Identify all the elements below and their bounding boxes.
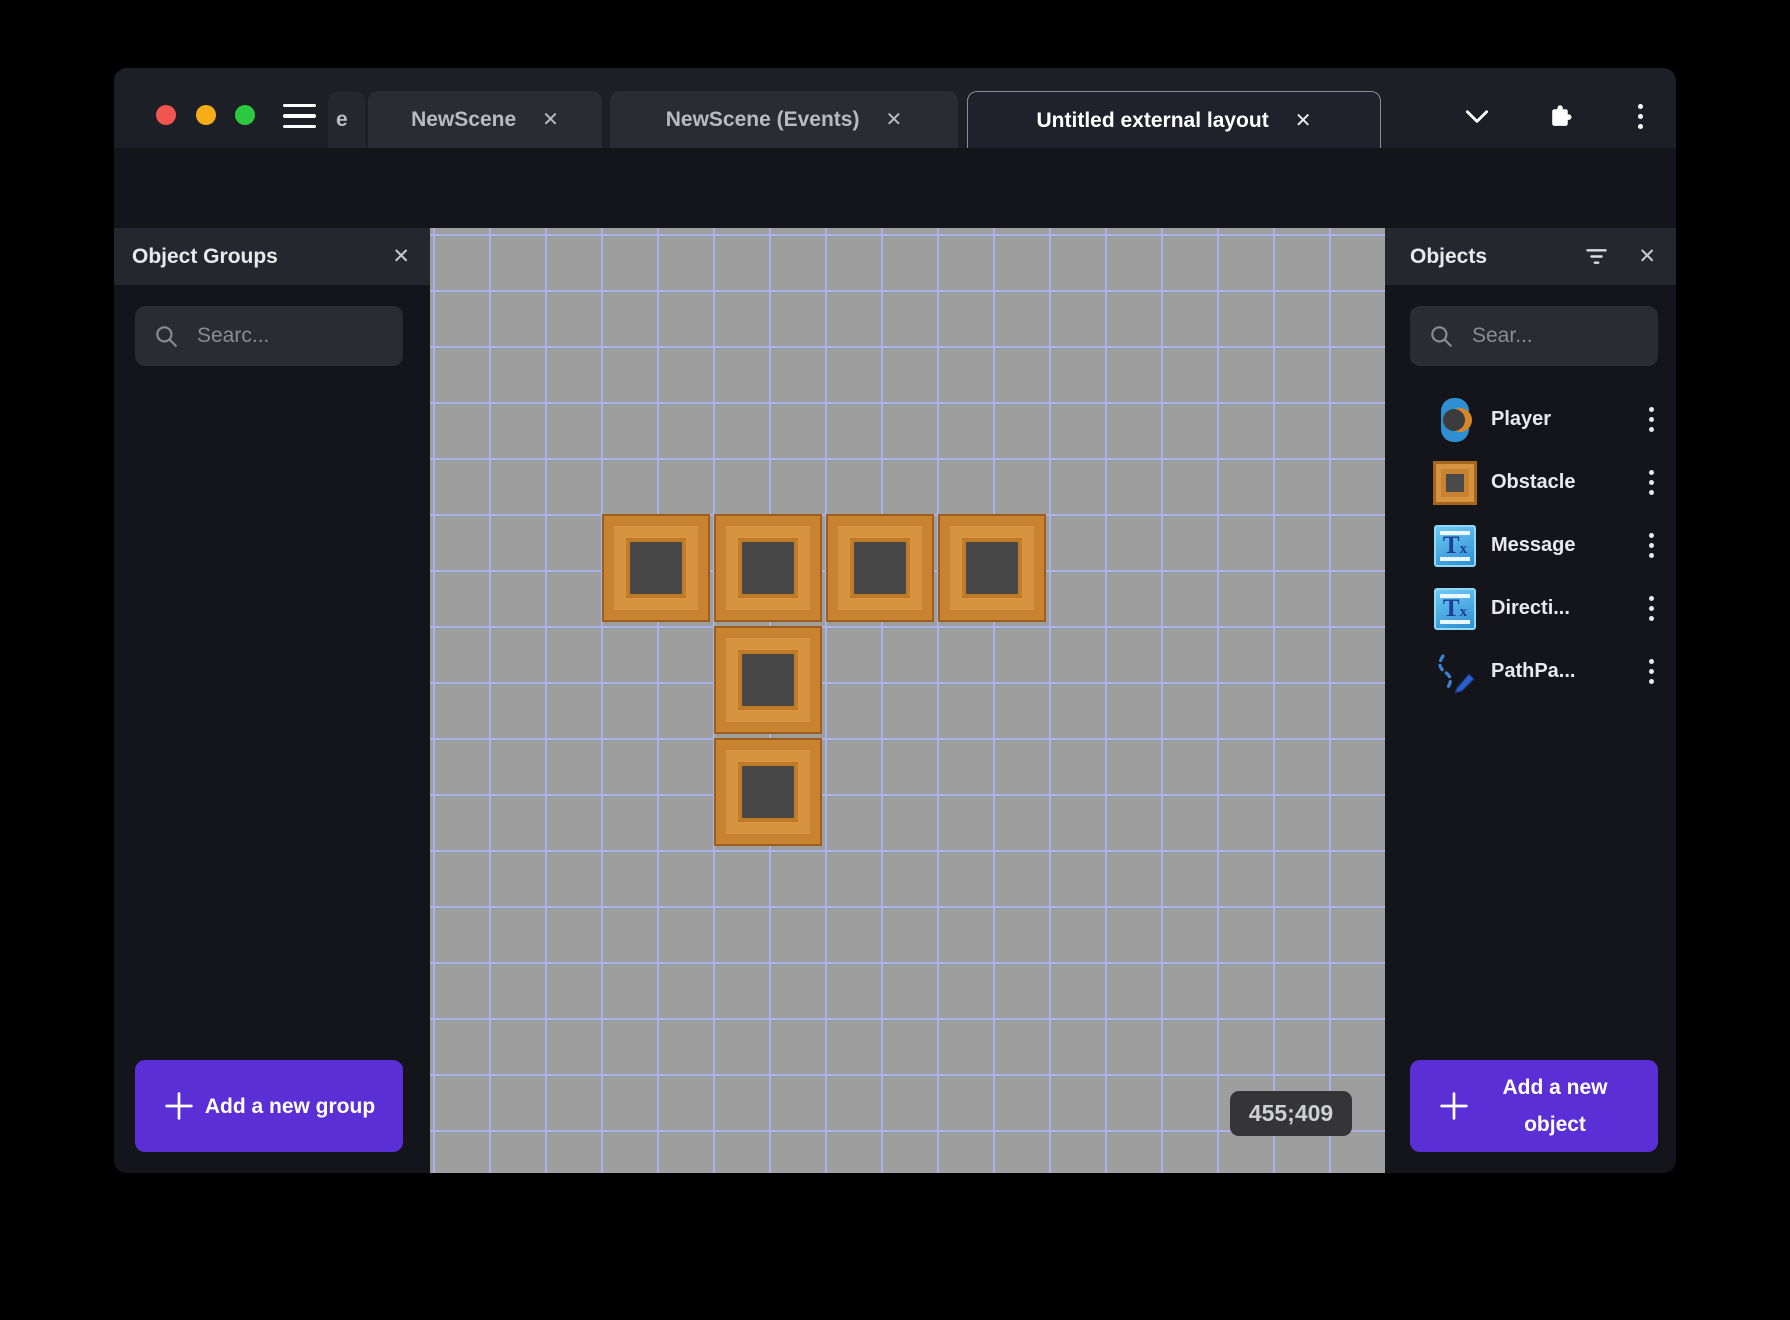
obstacle-instance[interactable]: [714, 514, 822, 622]
obstacle-instance[interactable]: [714, 738, 822, 846]
object-name: Message: [1491, 534, 1576, 556]
tab-label: NewScene: [411, 107, 517, 131]
search-input[interactable]: [1470, 323, 1640, 349]
object-menu-kebab-icon[interactable]: [1649, 596, 1654, 621]
main-menu-icon[interactable]: [283, 104, 316, 128]
obstacle-instance[interactable]: [938, 514, 1046, 622]
chevron-down-icon[interactable]: [1460, 99, 1494, 133]
cursor-coordinates-badge: 455;409: [1230, 1091, 1352, 1136]
obstacle-instance[interactable]: [826, 514, 934, 622]
object-row-direction[interactable]: Tx Directi...: [1385, 577, 1676, 640]
more-options-kebab-icon[interactable]: [1623, 99, 1657, 133]
tab-label: NewScene (Events): [665, 107, 860, 131]
filter-icon[interactable]: [1583, 243, 1610, 270]
add-group-label: Add a new group: [204, 1094, 376, 1118]
close-icon[interactable]: ✕: [392, 244, 410, 269]
desktop-background: e NewScene ✕ NewScene (Events) ✕ Untitle…: [0, 0, 1790, 1320]
obstacle-instance[interactable]: [714, 626, 822, 734]
text-object-icon: Tx: [1433, 523, 1477, 569]
window-zoom-button[interactable]: [235, 105, 255, 125]
object-menu-kebab-icon[interactable]: [1649, 470, 1654, 495]
toolbar: Preview Publish: [114, 148, 1676, 297]
tab-label: Untitled external layout: [1036, 108, 1269, 132]
object-name: Obstacle: [1491, 471, 1576, 493]
object-row-message[interactable]: Tx Message: [1385, 514, 1676, 577]
obstacle-instance[interactable]: [602, 514, 710, 622]
panel-title: Objects: [1410, 244, 1488, 268]
player-sprite-icon: [1433, 397, 1477, 443]
object-name: Directi...: [1491, 597, 1570, 619]
objects-list: Player Obstacle Tx Message Tx Directi...…: [1385, 388, 1676, 703]
tab-close-icon[interactable]: ✕: [1295, 108, 1312, 133]
plus-icon: [1436, 1088, 1472, 1124]
window-minimize-button[interactable]: [196, 105, 216, 125]
object-menu-kebab-icon[interactable]: [1649, 659, 1654, 684]
panel-title: Object Groups: [132, 244, 278, 268]
tab-bar: e NewScene ✕ NewScene (Events) ✕ Untitle…: [114, 68, 1676, 149]
tab-untitled-external-layout[interactable]: Untitled external layout ✕: [967, 91, 1381, 149]
tab-partial[interactable]: e: [328, 91, 365, 148]
object-menu-kebab-icon[interactable]: [1649, 407, 1654, 432]
add-object-button[interactable]: Add a new object: [1410, 1060, 1658, 1152]
window-close-button[interactable]: [156, 105, 176, 125]
tab-newscene[interactable]: NewScene ✕: [368, 91, 602, 148]
object-row-player[interactable]: Player: [1385, 388, 1676, 451]
obstacle-tile-icon: [1433, 460, 1477, 506]
object-menu-kebab-icon[interactable]: [1649, 533, 1654, 558]
search-input[interactable]: [195, 323, 385, 349]
path-paint-icon: [1433, 649, 1477, 695]
object-name: Player: [1491, 408, 1552, 430]
text-object-icon: Tx: [1433, 586, 1477, 632]
add-group-button[interactable]: Add a new group: [135, 1060, 403, 1152]
object-name: PathPa...: [1491, 660, 1576, 682]
search-icon: [153, 323, 179, 349]
objects-header: Objects ✕: [1385, 228, 1676, 285]
extensions-puzzle-icon[interactable]: [1543, 99, 1577, 133]
object-groups-search[interactable]: [135, 306, 403, 366]
objects-search[interactable]: [1410, 306, 1658, 366]
tab-newscene-events[interactable]: NewScene (Events) ✕: [610, 91, 958, 148]
search-icon: [1428, 323, 1454, 349]
tab-close-icon[interactable]: ✕: [542, 107, 559, 132]
close-icon[interactable]: ✕: [1638, 244, 1656, 269]
plus-icon: [161, 1088, 197, 1124]
objects-panel: Objects ✕ Player: [1385, 228, 1676, 1173]
object-groups-panel: Object Groups ✕ Add a new group: [114, 228, 430, 1173]
app-window: e NewScene ✕ NewScene (Events) ✕ Untitle…: [114, 68, 1676, 1173]
object-row-pathpaint[interactable]: PathPa...: [1385, 640, 1676, 703]
object-row-obstacle[interactable]: Obstacle: [1385, 451, 1676, 514]
add-object-label: Add a new object: [1502, 1076, 1608, 1136]
tab-label: e: [336, 107, 348, 131]
tab-close-icon[interactable]: ✕: [885, 107, 902, 132]
scene-canvas[interactable]: 455;409: [430, 228, 1385, 1173]
object-groups-header: Object Groups ✕: [114, 228, 430, 285]
